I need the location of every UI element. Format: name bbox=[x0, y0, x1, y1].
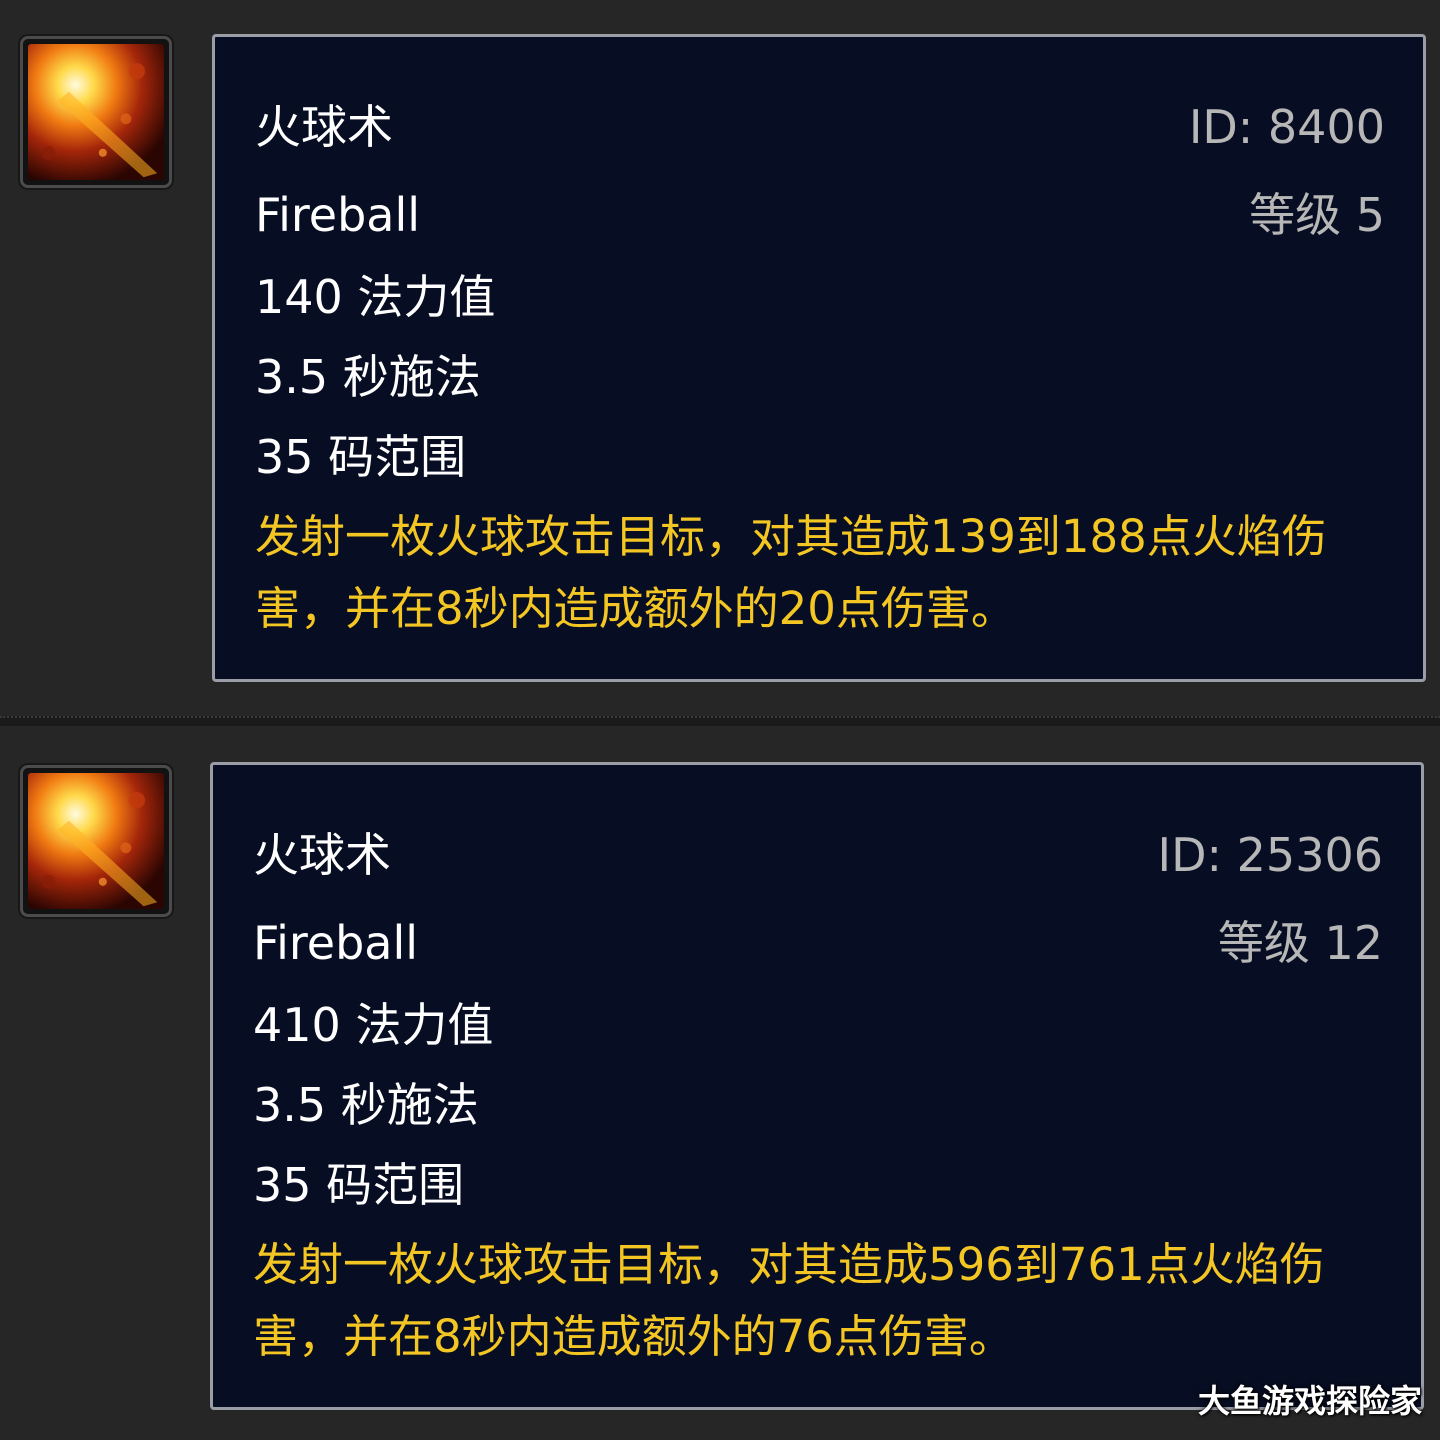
spell-entry-1: 火球术 Fireball 410 法力值 3.5 秒施法 35 码范围 ID: … bbox=[0, 728, 1440, 1440]
spell-name-cn: 火球术 bbox=[255, 100, 393, 154]
spell-entry-0: 火球术 Fireball 140 法力值 3.5 秒施法 35 码范围 ID: … bbox=[0, 0, 1440, 718]
spell-range: 35 码范围 bbox=[253, 1158, 465, 1212]
spell-level: 等级 12 bbox=[1217, 916, 1383, 970]
spell-cast-time: 3.5 秒施法 bbox=[253, 1078, 479, 1132]
spell-id: ID: 25306 bbox=[1157, 828, 1383, 882]
spell-name-en: Fireball bbox=[253, 916, 419, 970]
spell-description: 发射一枚火球攻击目标，对其造成596到761点火焰伤害，并在8秒内造成额外的76… bbox=[253, 1238, 1325, 1363]
spell-range: 35 码范围 bbox=[255, 430, 467, 484]
fireball-icon[interactable] bbox=[20, 765, 172, 917]
spell-name-cn: 火球术 bbox=[253, 828, 391, 882]
section-divider bbox=[0, 716, 1440, 726]
spell-mana-cost: 410 法力值 bbox=[253, 998, 494, 1052]
spell-description: 发射一枚火球攻击目标，对其造成139到188点火焰伤害，并在8秒内造成额外的20… bbox=[255, 510, 1327, 635]
spell-tooltip: 火球术 Fireball 140 法力值 3.5 秒施法 35 码范围 ID: … bbox=[212, 34, 1426, 682]
watermark: 大鱼游戏探险家 bbox=[1197, 1382, 1422, 1420]
spell-tooltip: 火球术 Fireball 410 法力值 3.5 秒施法 35 码范围 ID: … bbox=[210, 762, 1424, 1410]
spell-mana-cost: 140 法力值 bbox=[255, 270, 496, 324]
fireball-icon[interactable] bbox=[20, 36, 172, 188]
spell-id: ID: 8400 bbox=[1188, 100, 1385, 154]
spell-level: 等级 5 bbox=[1249, 188, 1385, 242]
spell-name-en: Fireball bbox=[255, 188, 421, 242]
spell-cast-time: 3.5 秒施法 bbox=[255, 350, 481, 404]
